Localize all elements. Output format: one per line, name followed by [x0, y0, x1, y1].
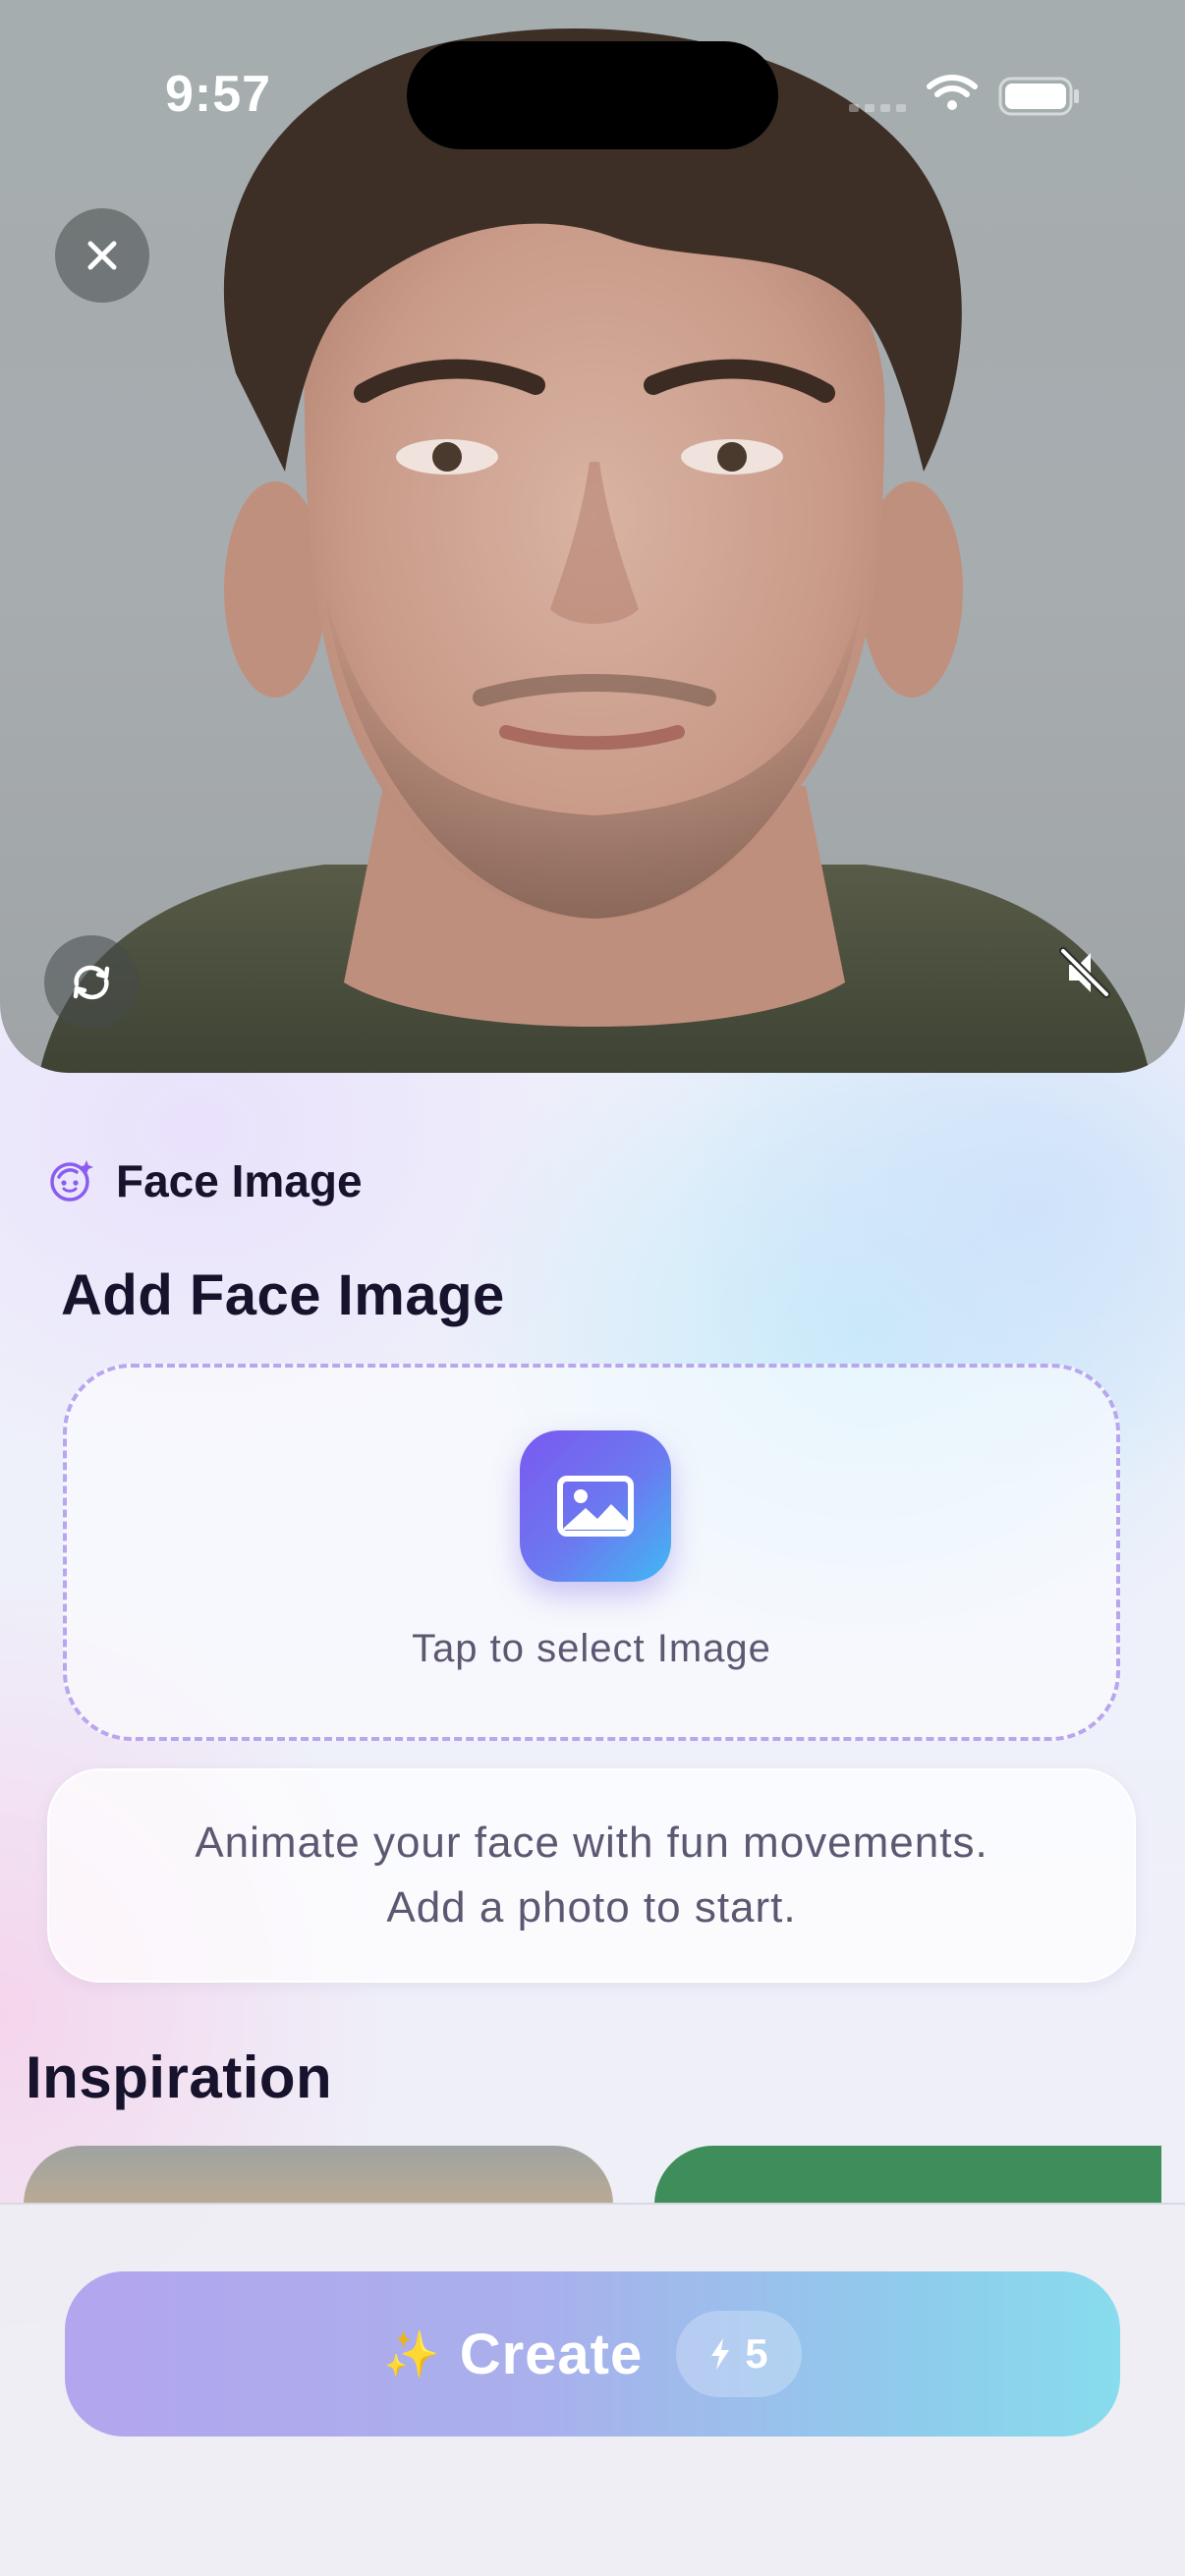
wifi-icon	[927, 75, 978, 110]
dynamic-island	[407, 41, 778, 149]
mute-icon[interactable]	[1055, 943, 1114, 1002]
upload-label: Tap to select Image	[412, 1627, 771, 1670]
portrait-image	[39, 28, 1150, 1073]
inspiration-title: Inspiration	[26, 2044, 333, 2110]
credit-cost-badge: 5	[676, 2311, 802, 2397]
status-bar-time: 9:57	[165, 66, 272, 123]
close-icon	[87, 241, 117, 270]
section-label: Face Image	[116, 1155, 363, 1206]
close-button[interactable]	[55, 208, 149, 303]
add-face-title: Add Face Image	[61, 1263, 505, 1327]
inspiration-card[interactable]	[24, 2146, 613, 2205]
info-text-line-2: Add a photo to start.	[386, 1883, 797, 1932]
select-image-dropzone[interactable]: Tap to select Image	[63, 1364, 1120, 1741]
image-icon	[557, 1476, 634, 1537]
face-video-preview: 9:57	[0, 0, 1185, 1073]
create-label: Create	[459, 2322, 644, 2386]
bottom-action-bar: ✨ Create 5	[0, 2203, 1185, 2576]
credit-cost-value: 5	[745, 2330, 768, 2377]
image-upload-tile[interactable]	[520, 1430, 671, 1582]
inspiration-card[interactable]	[654, 2146, 1161, 2205]
refresh-icon	[73, 965, 110, 1000]
sparkles-icon: ✨	[383, 2328, 440, 2380]
info-card: Animate your face with fun movements. Ad…	[47, 1768, 1136, 1983]
lightning-icon	[711, 2338, 730, 2370]
refresh-button[interactable]	[44, 935, 139, 1030]
battery-icon	[998, 77, 1079, 116]
face-sparkle-icon	[50, 1160, 93, 1202]
face-image-section-header: Face Image	[49, 1151, 363, 1210]
signal-icon	[849, 104, 908, 114]
info-text-line-1: Animate your face with fun movements.	[195, 1819, 988, 1867]
create-button[interactable]: ✨ Create 5	[65, 2271, 1120, 2436]
